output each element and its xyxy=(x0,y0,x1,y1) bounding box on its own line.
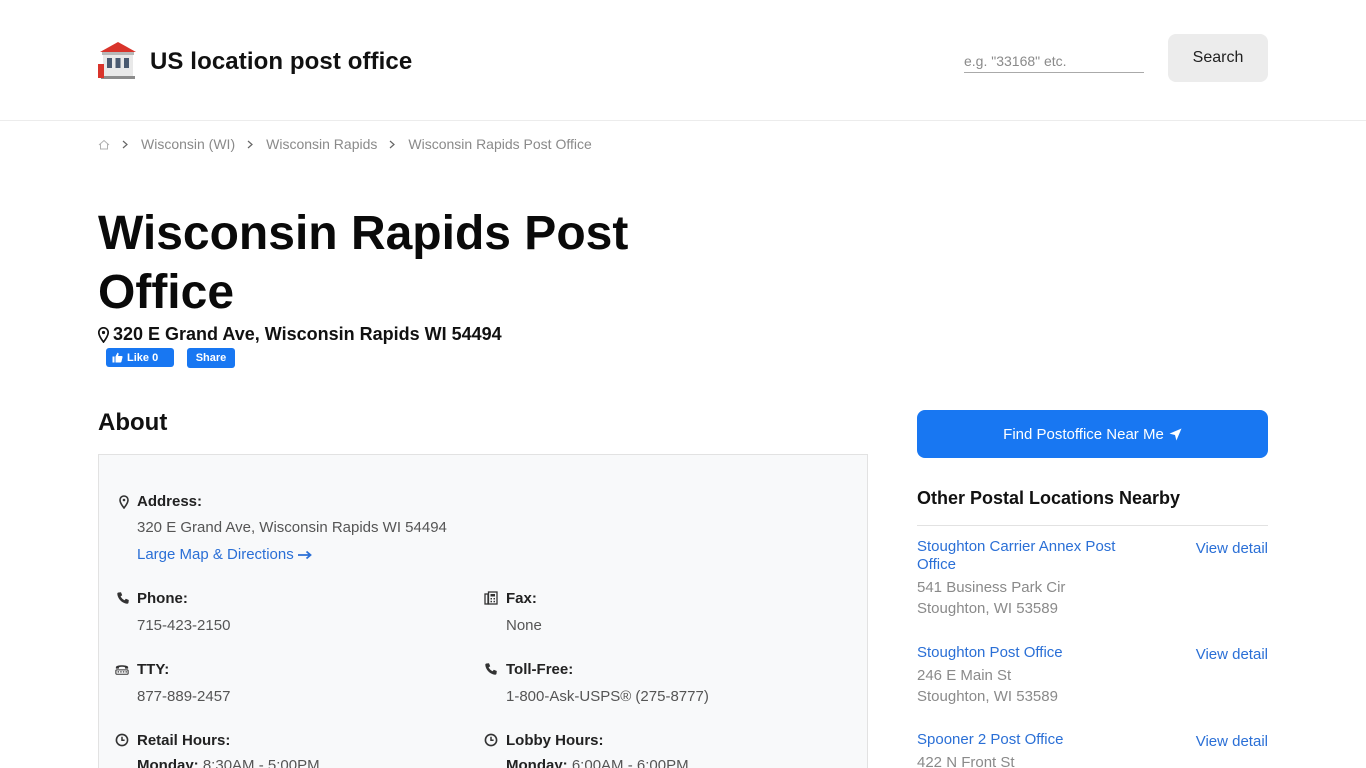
tty-label: TTY: xyxy=(137,661,170,678)
fax-value: None xyxy=(506,617,542,634)
large-map-directions-link[interactable]: Large Map & Directions xyxy=(137,546,313,563)
about-heading: About xyxy=(98,409,168,436)
arrow-right-icon xyxy=(297,550,312,559)
tollfree-value: 1-800-Ask-USPS® (275-8777) xyxy=(506,688,709,705)
fax-icon xyxy=(484,591,498,605)
nearby-location-street: 541 Business Park Cir xyxy=(917,579,1066,596)
facebook-share-button[interactable]: Share xyxy=(187,348,235,368)
address-value: 320 E Grand Ave, Wisconsin Rapids WI 544… xyxy=(137,519,447,536)
map-marker-icon xyxy=(98,326,109,343)
retail-hours-label: Retail Hours: xyxy=(137,732,231,749)
tollfree-label: Toll-Free: xyxy=(506,661,574,678)
nearby-location-city: Stoughton, WI 53589 xyxy=(917,600,1058,617)
search-button[interactable]: Search xyxy=(1168,34,1268,82)
clock-icon xyxy=(484,733,498,747)
nearby-location-name[interactable]: Stoughton Carrier Annex Post Office xyxy=(917,538,1137,574)
search-input[interactable] xyxy=(964,50,1144,73)
breadcrumb-city[interactable]: Wisconsin Rapids xyxy=(266,136,377,152)
chevron-right-icon xyxy=(389,140,396,149)
lobby-time: 6:00AM - 6:00PM xyxy=(571,757,689,768)
lobby-hours-label: Lobby Hours: xyxy=(506,732,604,749)
nearby-heading: Other Postal Locations Nearby xyxy=(917,488,1181,508)
retail-time: 8:30AM - 5:00PM xyxy=(202,757,320,768)
nearby-location-name[interactable]: Stoughton Post Office xyxy=(917,644,1137,662)
view-detail-link[interactable]: View detail xyxy=(1168,646,1268,663)
page-address: 320 E Grand Ave, Wisconsin Rapids WI 544… xyxy=(98,324,502,345)
breadcrumb: Wisconsin (WI) Wisconsin Rapids Wisconsi… xyxy=(98,135,592,153)
retail-day: Monday: xyxy=(137,757,199,768)
breadcrumb-current: Wisconsin Rapids Post Office xyxy=(408,136,592,152)
home-icon[interactable] xyxy=(98,139,110,150)
map-link-label: Large Map & Directions xyxy=(137,546,294,563)
map-marker-icon xyxy=(119,495,129,509)
thumbs-up-icon xyxy=(112,352,123,363)
post-office-building-icon[interactable] xyxy=(98,40,138,80)
page-title: Wisconsin Rapids Post Office xyxy=(98,207,629,319)
clock-icon xyxy=(115,733,129,747)
facebook-like-label: Like 0 xyxy=(127,351,159,364)
nearby-location-street: 422 N Front St xyxy=(917,754,1015,768)
lobby-day: Monday: xyxy=(506,757,568,768)
page-address-text: 320 E Grand Ave, Wisconsin Rapids WI 544… xyxy=(113,324,502,344)
phone-icon xyxy=(485,663,497,675)
nearby-location-name[interactable]: Spooner 2 Post Office xyxy=(917,731,1137,749)
tty-icon xyxy=(115,665,129,675)
site-header: US location post office Search xyxy=(0,0,1366,121)
lobby-hours-monday: Monday: 6:00AM - 6:00PM xyxy=(506,757,689,768)
phone-label: Phone: xyxy=(137,590,188,607)
phone-icon xyxy=(117,592,129,604)
fax-label: Fax: xyxy=(506,590,537,607)
phone-value: 715-423-2150 xyxy=(137,617,231,634)
chevron-right-icon xyxy=(122,140,128,149)
site-title[interactable]: US location post office xyxy=(150,48,412,76)
address-label: Address: xyxy=(137,493,203,510)
tty-value: 877-889-2457 xyxy=(137,688,231,705)
divider xyxy=(917,525,1268,526)
view-detail-link[interactable]: View detail xyxy=(1168,540,1268,557)
find-button-label: Find Postoffice Near Me xyxy=(1003,425,1164,443)
about-info-box: Address: 320 E Grand Ave, Wisconsin Rapi… xyxy=(98,454,868,768)
breadcrumb-state[interactable]: Wisconsin (WI) xyxy=(141,136,235,152)
retail-hours-monday: Monday: 8:30AM - 5:00PM xyxy=(137,757,320,768)
view-detail-link[interactable]: View detail xyxy=(1168,733,1268,750)
location-arrow-icon xyxy=(1169,428,1182,440)
find-postoffice-near-me-button[interactable]: Find Postoffice Near Me xyxy=(917,410,1268,458)
facebook-like-button[interactable]: Like 0 xyxy=(106,348,174,367)
chevron-right-icon xyxy=(247,140,254,149)
nearby-location-city: Stoughton, WI 53589 xyxy=(917,688,1058,705)
nearby-location-street: 246 E Main St xyxy=(917,667,1012,684)
